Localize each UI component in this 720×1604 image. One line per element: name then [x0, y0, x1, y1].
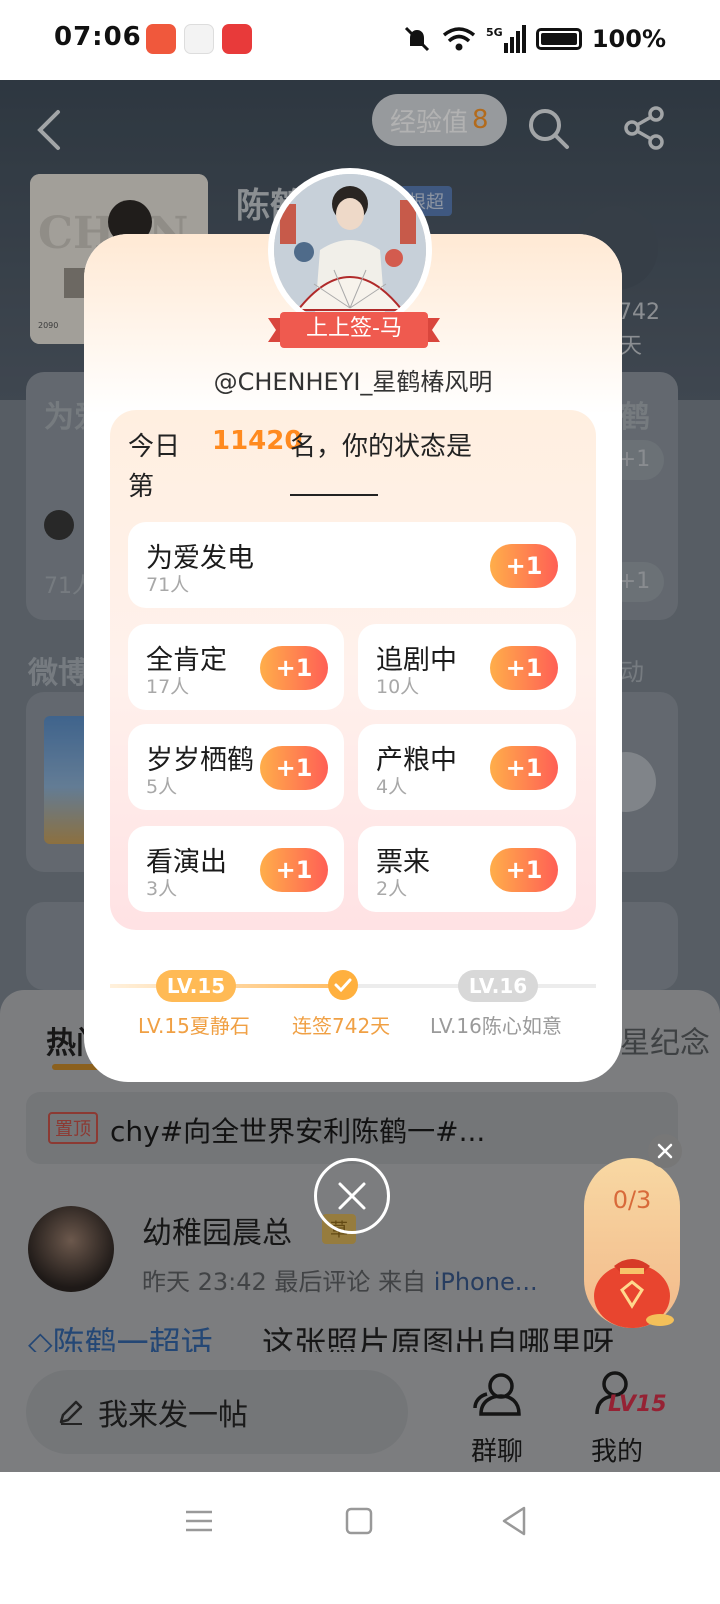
status-option-count: 10人 — [376, 676, 420, 698]
rank-prefix-number: 第 — [128, 472, 155, 502]
back-nav-icon[interactable] — [498, 1504, 532, 1538]
fortune-ribbon-text: 上上签-马 — [306, 316, 402, 341]
battery-icon — [535, 28, 582, 50]
plus-one-button[interactable]: +1 — [490, 646, 558, 690]
plus-one-button[interactable]: +1 — [490, 848, 558, 892]
home-nav-icon[interactable] — [342, 1504, 376, 1538]
android-navigation-bar — [0, 1472, 720, 1604]
menu-nav-icon[interactable] — [182, 1504, 216, 1538]
lucky-bag-close-button[interactable] — [648, 1134, 682, 1168]
lucky-bag-count: 0/3 — [612, 1186, 652, 1214]
status-option-count: 71人 — [146, 574, 190, 596]
app-notification-icon-2 — [222, 24, 252, 54]
mute-bell-icon — [404, 26, 429, 52]
plus-one-button[interactable]: +1 — [490, 544, 558, 588]
status-option-count: 4人 — [376, 776, 408, 798]
status-option-1[interactable]: 为爱发电 71人 +1 — [128, 522, 576, 608]
close-icon — [657, 1143, 673, 1159]
star-handle: @CHENHEYI_星鹤椿风明 — [213, 368, 493, 396]
status-option-count: 2人 — [376, 878, 408, 900]
status-option-2[interactable]: 全肯定 17人 +1 — [128, 624, 344, 710]
plus-one-button[interactable]: +1 — [490, 746, 558, 790]
app-notification-icon — [146, 24, 176, 54]
status-option-count: 3人 — [146, 878, 178, 900]
current-level-label: LV.15夏静石 — [138, 1014, 250, 1038]
star-avatar — [274, 174, 426, 326]
close-icon — [338, 1182, 366, 1210]
status-blank-line — [290, 494, 378, 496]
current-level-pill: LV.15 — [156, 970, 236, 1002]
rank-prefix-today: 今日 — [128, 432, 181, 462]
svg-text:5G: 5G — [486, 26, 503, 39]
star-avatar-frame — [268, 168, 432, 332]
status-time: 07:06 — [54, 22, 142, 52]
status-option-count: 17人 — [146, 676, 190, 698]
status-bar: 07:06 5G 100% — [0, 0, 720, 80]
checkmark-icon — [328, 970, 358, 1000]
status-option-count: 5人 — [146, 776, 178, 798]
plus-one-button[interactable]: +1 — [260, 746, 328, 790]
map-notification-icon — [184, 24, 214, 54]
rank-number: 11420 — [212, 426, 303, 456]
rank-suffix: 名，你的状态是 — [290, 432, 473, 462]
next-level-pill: LV.16 — [458, 970, 538, 1002]
close-popup-button[interactable] — [314, 1158, 390, 1234]
notification-icons — [146, 24, 252, 54]
status-option-5[interactable]: 产粮中 4人 +1 — [358, 724, 576, 810]
battery-percent: 100% — [591, 25, 666, 53]
plus-one-button[interactable]: +1 — [260, 646, 328, 690]
wifi-icon — [442, 27, 475, 51]
next-level-label: LV.16陈心如意 — [430, 1014, 562, 1038]
lucky-bag-icon — [594, 1259, 674, 1328]
status-option-4[interactable]: 岁岁栖鹤 5人 +1 — [128, 724, 344, 810]
status-indicators: 5G 100% — [402, 24, 666, 54]
plus-one-button[interactable]: +1 — [260, 848, 328, 892]
status-option-6[interactable]: 看演出 3人 +1 — [128, 826, 344, 912]
status-option-3[interactable]: 追剧中 10人 +1 — [358, 624, 576, 710]
streak-label: 连签742天 — [292, 1014, 391, 1038]
signal-5g-icon: 5G — [486, 25, 526, 53]
status-option-7[interactable]: 票来 2人 +1 — [358, 826, 576, 912]
